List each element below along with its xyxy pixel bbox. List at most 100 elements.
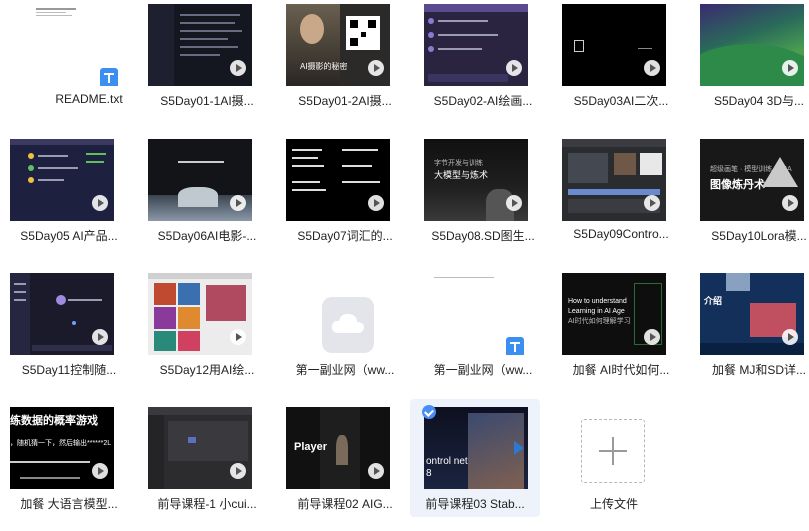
thumbnail-caption: 大模型与炼术 xyxy=(434,170,489,180)
video-thumbnail: 超级画笔 · 模型训练 LoRA 图像炼丹术 xyxy=(700,139,804,221)
thumbnail-caption: AI摄影的秘密 xyxy=(300,62,348,71)
selected-check-icon[interactable] xyxy=(422,405,436,419)
file-tile[interactable]: 字节开发与训练 大模型与炼术 S5Day08.SD图生... xyxy=(414,135,552,263)
thumbnail-caption: Learning in AI Age xyxy=(568,308,625,315)
file-tile[interactable]: S5Day07词汇的... xyxy=(276,135,414,263)
play-icon xyxy=(782,195,798,211)
file-tile[interactable]: S5Day03AI二次... xyxy=(552,0,690,128)
file-tile[interactable]: S5Day04 3D与... xyxy=(690,0,809,128)
file-name: S5Day02-AI绘画... xyxy=(433,94,533,108)
file-name: 前导课程03 Stab... xyxy=(425,497,525,511)
video-thumbnail xyxy=(148,4,252,86)
upload-file-tile[interactable]: 上传文件 xyxy=(545,403,683,531)
thumbnail-caption: How to understand xyxy=(568,298,627,305)
play-icon xyxy=(514,441,524,455)
text-file-thumbnail xyxy=(30,4,134,86)
video-thumbnail xyxy=(286,139,390,221)
video-thumbnail: Player xyxy=(286,407,390,489)
video-thumbnail xyxy=(562,4,666,86)
play-icon xyxy=(368,195,384,211)
cloud-icon xyxy=(322,297,374,353)
file-tile[interactable]: S5Day05 AI产品... xyxy=(0,135,138,263)
video-thumbnail xyxy=(10,139,114,221)
file-tile[interactable]: 前导课程-1 小cui... xyxy=(138,403,276,531)
cloud-file-thumbnail xyxy=(286,273,390,355)
thumbnail-caption: ontrol net xyxy=(426,456,468,467)
file-name: 前导课程-1 小cui... xyxy=(157,497,257,511)
play-icon xyxy=(782,60,798,76)
play-icon xyxy=(92,329,108,345)
file-name: S5Day12用AI绘... xyxy=(159,363,255,377)
upload-label: 上传文件 xyxy=(589,497,638,511)
video-thumbnail: 字节开发与训练 大模型与炼术 xyxy=(424,139,528,221)
file-name: S5Day06AI电影-... xyxy=(157,229,257,243)
video-thumbnail: How to understand Learning in AI Age AI时… xyxy=(562,273,666,355)
file-name: 前导课程02 AIG... xyxy=(297,497,393,511)
video-thumbnail xyxy=(10,273,114,355)
thumbnail-caption: Player xyxy=(294,441,328,453)
thumbnail-caption: 练数据的概率游戏 xyxy=(10,415,98,427)
file-name: 加餐 AI时代如何... xyxy=(572,363,670,377)
file-name: S5Day05 AI产品... xyxy=(20,229,118,243)
file-tile[interactable]: S5Day12用AI绘... xyxy=(138,269,276,397)
video-thumbnail xyxy=(424,4,528,86)
play-icon xyxy=(230,60,246,76)
document-icon xyxy=(506,337,524,355)
file-tile[interactable]: 第一副业网（ww... xyxy=(276,269,414,397)
file-tile[interactable]: 练数据的概率游戏 ，随机猜一下，然后输出******2L 加餐 大语言模型... xyxy=(0,403,138,531)
file-tile[interactable]: S5Day02-AI绘画... xyxy=(414,0,552,128)
video-thumbnail: AI摄影的秘密 xyxy=(286,4,390,86)
file-name: 第一副业网（ww... xyxy=(433,363,533,377)
file-tile[interactable]: 介绍 加餐 MJ和SD详... xyxy=(690,269,809,397)
play-icon xyxy=(230,463,246,479)
text-file-thumbnail xyxy=(424,273,528,355)
play-icon xyxy=(368,60,384,76)
play-icon xyxy=(644,195,660,211)
play-icon xyxy=(644,329,660,345)
video-thumbnail xyxy=(148,139,252,221)
file-name: S5Day01-1AI摄... xyxy=(160,94,254,108)
file-name: S5Day03AI二次... xyxy=(573,94,669,108)
thumbnail-caption: AI时代如何理解学习 xyxy=(568,318,631,325)
file-tile[interactable]: 第一副业网（ww... xyxy=(414,269,552,397)
file-tile[interactable]: AI摄影的秘密 S5Day01-2AI摄... xyxy=(276,0,414,128)
thumbnail-caption: 8 xyxy=(426,468,432,479)
play-icon xyxy=(230,329,246,345)
file-tile[interactable]: Player 前导课程02 AIG... xyxy=(276,403,414,531)
play-icon xyxy=(506,60,522,76)
file-tile[interactable]: 超级画笔 · 模型训练 LoRA 图像炼丹术 S5Day10Lora模... xyxy=(690,135,809,263)
play-icon xyxy=(92,463,108,479)
video-thumbnail xyxy=(562,139,666,221)
file-grid: README.txt S5Day01-1AI摄... AI摄影的秘密 S5Day xyxy=(0,0,809,517)
file-tile-selected[interactable]: ontrol net 8 前导课程03 Stab... xyxy=(410,399,540,517)
video-thumbnail xyxy=(148,273,252,355)
thumbnail-caption: 字节开发与训练 xyxy=(434,160,483,167)
file-name: 第一副业网（ww... xyxy=(295,363,395,377)
play-icon xyxy=(92,195,108,211)
file-name: 加餐 大语言模型... xyxy=(20,497,118,511)
file-tile[interactable]: S5Day01-1AI摄... xyxy=(138,0,276,128)
play-icon xyxy=(506,195,522,211)
play-icon xyxy=(230,195,246,211)
file-name: S5Day08.SD图生... xyxy=(431,229,535,243)
play-icon xyxy=(368,463,384,479)
thumbnail-caption: 图像炼丹术 xyxy=(710,179,765,191)
file-name: S5Day09Contro... xyxy=(573,227,669,241)
file-name: S5Day11控制随... xyxy=(21,363,117,377)
file-tile[interactable]: S5Day11控制随... xyxy=(0,269,138,397)
thumbnail-caption: 介绍 xyxy=(704,296,723,306)
file-name: 加餐 MJ和SD详... xyxy=(711,363,806,377)
play-icon xyxy=(644,60,660,76)
video-thumbnail xyxy=(700,4,804,86)
video-thumbnail: 练数据的概率游戏 ，随机猜一下，然后输出******2L xyxy=(10,407,114,489)
document-icon xyxy=(100,68,118,86)
video-thumbnail: ontrol net 8 xyxy=(424,407,528,489)
video-thumbnail: 介绍 xyxy=(700,273,804,355)
thumbnail-caption: ，随机猜一下，然后输出******2L xyxy=(10,440,112,447)
video-thumbnail xyxy=(148,407,252,489)
file-name: S5Day01-2AI摄... xyxy=(298,94,392,108)
file-tile[interactable]: How to understand Learning in AI Age AI时… xyxy=(552,269,690,397)
file-tile[interactable]: S5Day09Contro... xyxy=(552,135,690,263)
file-tile[interactable]: S5Day06AI电影-... xyxy=(138,135,276,263)
upload-plus-icon[interactable] xyxy=(581,419,645,483)
